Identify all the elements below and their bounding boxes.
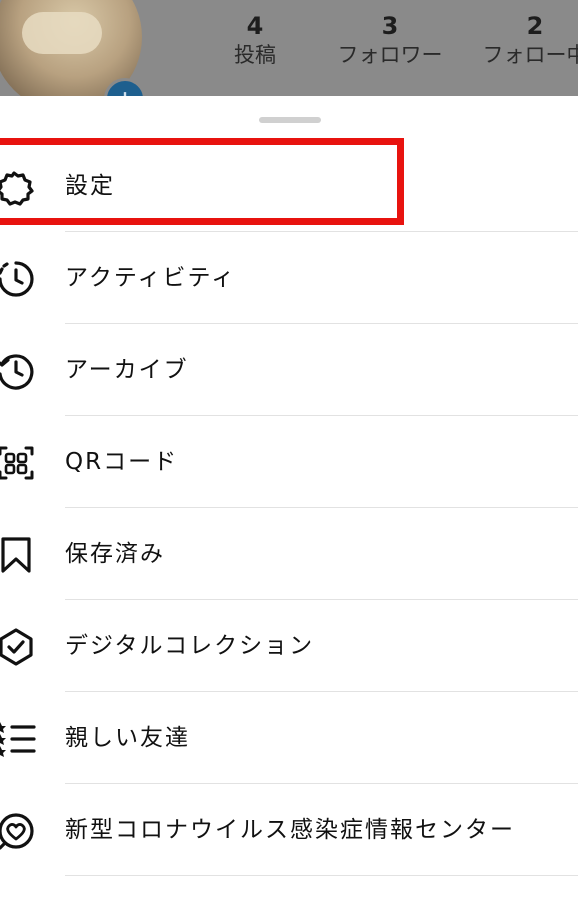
following-stat[interactable]: 2 フォロー中: [470, 12, 578, 70]
profile-header: + 4 投稿 3 フォロワー 2 フォロー中: [0, 0, 578, 96]
qr-code-icon: [0, 444, 36, 482]
menu-sheet: 設定 アクティビティ アーカイブ QRコード 保存済み デジタルコレクション 親…: [0, 96, 578, 921]
followers-count: 3: [381, 12, 399, 40]
highlight-annotation-box: [0, 138, 404, 225]
menu-item-activity[interactable]: アクティビティ: [0, 232, 578, 324]
posts-label: 投稿: [234, 43, 276, 67]
menu-item-digital-collection[interactable]: デジタルコレクション: [0, 600, 578, 692]
menu-item-label: 保存済み: [65, 541, 165, 567]
row-divider: [65, 875, 578, 876]
menu-item-label: 新型コロナウイルス感染症情報センター: [65, 817, 515, 843]
menu-item-label: QRコード: [65, 449, 179, 475]
avatar-photo-detail: [22, 12, 102, 54]
followers-label: フォロワー: [337, 43, 443, 67]
menu-item-label: アクティビティ: [65, 265, 237, 291]
menu-item-label: デジタルコレクション: [65, 633, 315, 659]
verified-badge-icon: [0, 628, 36, 666]
followers-stat[interactable]: 3 フォロワー: [330, 12, 450, 70]
menu-item-label: 親しい友達: [65, 725, 190, 751]
menu-item-archive[interactable]: アーカイブ: [0, 324, 578, 416]
following-label: フォロー中: [482, 43, 578, 67]
activity-icon: [0, 260, 36, 298]
covid-info-icon: [0, 812, 36, 850]
menu-item-covid-info[interactable]: 新型コロナウイルス感染症情報センター: [0, 784, 578, 876]
bookmark-icon: [0, 536, 36, 574]
menu-item-label: アーカイブ: [65, 357, 189, 383]
menu-item-saved[interactable]: 保存済み: [0, 508, 578, 600]
following-count: 2: [526, 12, 544, 40]
menu-item-qr-code[interactable]: QRコード: [0, 416, 578, 508]
screen: + 4 投稿 3 フォロワー 2 フォロー中 設定: [0, 0, 578, 921]
drag-handle[interactable]: [259, 117, 321, 123]
posts-count: 4: [246, 12, 264, 40]
posts-stat[interactable]: 4 投稿: [218, 12, 292, 70]
menu-item-close-friends[interactable]: 親しい友達: [0, 692, 578, 784]
archive-icon: [0, 352, 36, 390]
close-friends-list-icon: [0, 720, 36, 758]
